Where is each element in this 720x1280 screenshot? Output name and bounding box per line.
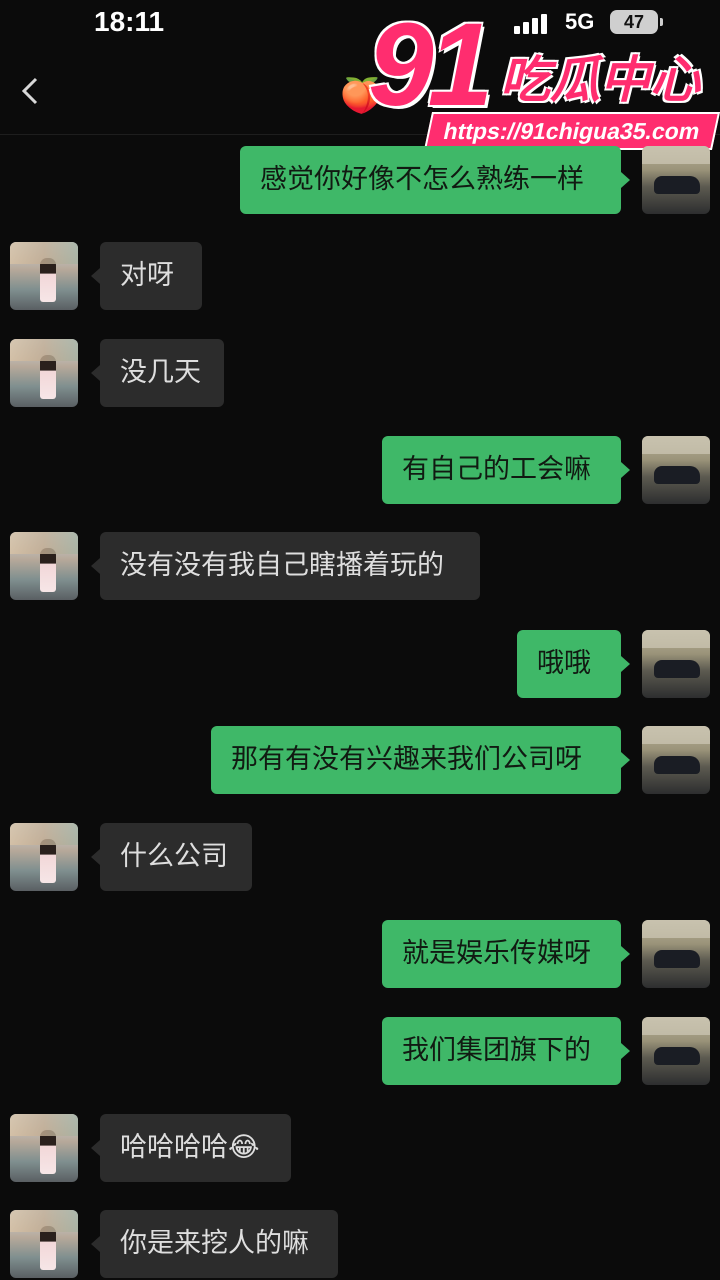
contact-avatar[interactable] <box>10 242 78 310</box>
message-bubble[interactable]: 那有有没有兴趣来我们公司呀 <box>211 726 630 794</box>
contact-avatar[interactable] <box>10 339 78 407</box>
contact-avatar[interactable] <box>10 532 78 600</box>
message-bubble[interactable]: 没几天 <box>91 339 224 407</box>
message-bubble[interactable]: 感觉你好像不怎么熟练一样 <box>240 146 630 214</box>
message-bubble[interactable]: 没有没有我自己瞎播着玩的 <box>91 532 480 600</box>
watermark-number: 91 <box>368 0 493 131</box>
status-bar: 18:11 5G 47 <box>0 0 720 48</box>
chevron-left-icon[interactable] <box>16 76 46 106</box>
message-bubble[interactable]: 哈哈哈哈😂 <box>91 1114 291 1182</box>
status-time: 18:11 <box>94 6 165 37</box>
message-bubble[interactable]: 你是来挖人的嘛 <box>91 1210 338 1278</box>
contact-avatar[interactable] <box>10 823 78 891</box>
network-type: 5G <box>565 9 595 34</box>
my-avatar[interactable] <box>642 436 710 504</box>
signal-icon <box>514 12 554 34</box>
my-avatar[interactable] <box>642 920 710 988</box>
message-bubble[interactable]: 有自己的工会嘛 <box>382 436 630 504</box>
watermark-text: 吃瓜中心 <box>500 51 700 109</box>
message-bubble[interactable]: 对呀 <box>91 242 202 310</box>
my-avatar[interactable] <box>642 630 710 698</box>
my-avatar[interactable] <box>642 726 710 794</box>
message-bubble[interactable]: 什么公司 <box>91 823 252 891</box>
message-list[interactable]: 感觉你好像不怎么熟练一样 对呀 没几天 有自己的工会嘛 没有没有我自己瞎播着玩的… <box>0 134 720 1280</box>
contact-avatar[interactable] <box>10 1114 78 1182</box>
message-bubble[interactable]: 哦哦 <box>517 630 630 698</box>
contact-avatar[interactable] <box>10 1210 78 1278</box>
message-bubble[interactable]: 我们集团旗下的 <box>382 1017 630 1085</box>
my-avatar[interactable] <box>642 146 710 214</box>
message-bubble[interactable]: 就是娱乐传媒呀 <box>382 920 630 988</box>
my-avatar[interactable] <box>642 1017 710 1085</box>
battery-icon: 47 <box>610 10 663 34</box>
